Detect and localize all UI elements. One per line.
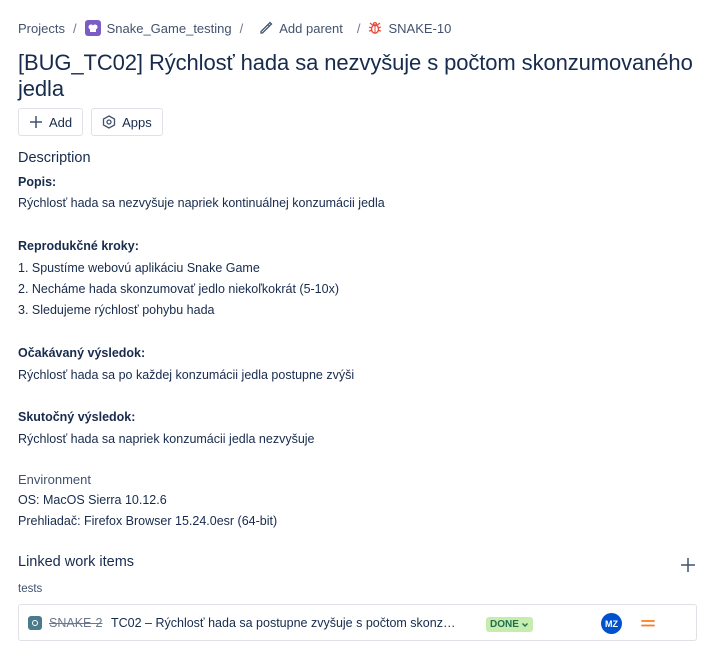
breadcrumb-project[interactable]: Snake_Game_testing <box>84 20 232 36</box>
breadcrumb-separator: / <box>356 20 361 36</box>
apps-button-label: Apps <box>122 114 152 130</box>
project-avatar-icon <box>84 20 101 36</box>
environment-browser: Prehliadač: Firefox Browser 15.24.0esr (… <box>18 514 278 528</box>
popis-text: Rýchlosť hada sa nezvyšuje napriek konti… <box>18 196 385 211</box>
linked-items-heading: Linked work items <box>18 554 135 570</box>
description-body[interactable]: Popis: Rýchlosť hada sa nezvyšuje naprie… <box>18 172 698 450</box>
linked-item-row[interactable]: SNAKE-2 TC02 – Rýchlosť hada sa postupne… <box>18 604 697 641</box>
step-item: 2. Necháme hada skonzumovať jedlo niekoľ… <box>18 281 339 296</box>
environment-os: OS: MacOS Sierra 10.12.6 <box>18 493 167 507</box>
actual-label: Skutočný výsledok: <box>18 410 136 425</box>
status-badge[interactable]: DONE <box>486 617 533 632</box>
step-item: 1. Spustíme webovú aplikáciu Snake Game <box>18 260 260 275</box>
linked-item-key[interactable]: SNAKE-2 <box>49 616 103 630</box>
bug-icon <box>369 21 382 34</box>
environment-section[interactable]: Environment OS: MacOS Sierra 10.12.6 Pre… <box>18 469 277 532</box>
add-button[interactable]: Add <box>18 108 84 136</box>
action-bar: Add Apps <box>18 108 163 136</box>
breadcrumb-issue-key[interactable]: SNAKE-10 <box>368 21 451 36</box>
link-relation-label: tests <box>18 583 43 595</box>
actual-text: Rýchlosť hada sa napriek konzumácii jedl… <box>18 431 315 446</box>
breadcrumb-projects-label: Projects <box>18 20 65 36</box>
add-button-label: Add <box>49 114 73 130</box>
environment-heading: Environment <box>18 472 91 487</box>
description-heading: Description <box>18 150 91 166</box>
avatar[interactable]: MZ <box>601 613 622 634</box>
breadcrumb-project-label: Snake_Game_testing <box>106 20 232 36</box>
pencil-icon <box>260 21 273 34</box>
chevron-down-icon <box>521 622 528 627</box>
test-issue-icon <box>28 616 42 630</box>
breadcrumb-projects[interactable]: Projects <box>18 21 65 36</box>
plus-icon <box>30 116 42 128</box>
breadcrumb-separator: / <box>239 20 244 36</box>
priority-medium-icon <box>641 620 655 627</box>
expected-text: Rýchlosť hada sa po každej konzumácii je… <box>18 367 355 382</box>
step-item: 3. Sledujeme rýchlosť pohybu hada <box>18 303 215 318</box>
linked-item-summary[interactable]: TC02 – Rýchlosť hada sa postupne zvyšuje… <box>111 616 461 630</box>
add-linked-item-icon[interactable] <box>679 556 697 574</box>
expected-label: Očakávaný výsledok: <box>18 346 146 361</box>
apps-button[interactable]: Apps <box>91 108 163 136</box>
breadcrumb: Projects / Snake_Game_testing / Add pare… <box>18 18 451 38</box>
popis-label: Popis: <box>18 175 57 189</box>
add-parent-button[interactable]: Add parent <box>259 21 343 36</box>
page-title[interactable]: [BUG_TC02] Rýchlosť hada sa nezvyšuje s … <box>18 50 698 102</box>
apps-hexagon-icon <box>102 115 116 129</box>
issue-key-label: SNAKE-10 <box>388 20 452 36</box>
steps-label: Reprodukčné kroky: <box>18 239 139 254</box>
breadcrumb-separator: / <box>72 20 77 36</box>
add-parent-label: Add parent <box>279 20 343 36</box>
status-label: DONE <box>490 619 519 630</box>
